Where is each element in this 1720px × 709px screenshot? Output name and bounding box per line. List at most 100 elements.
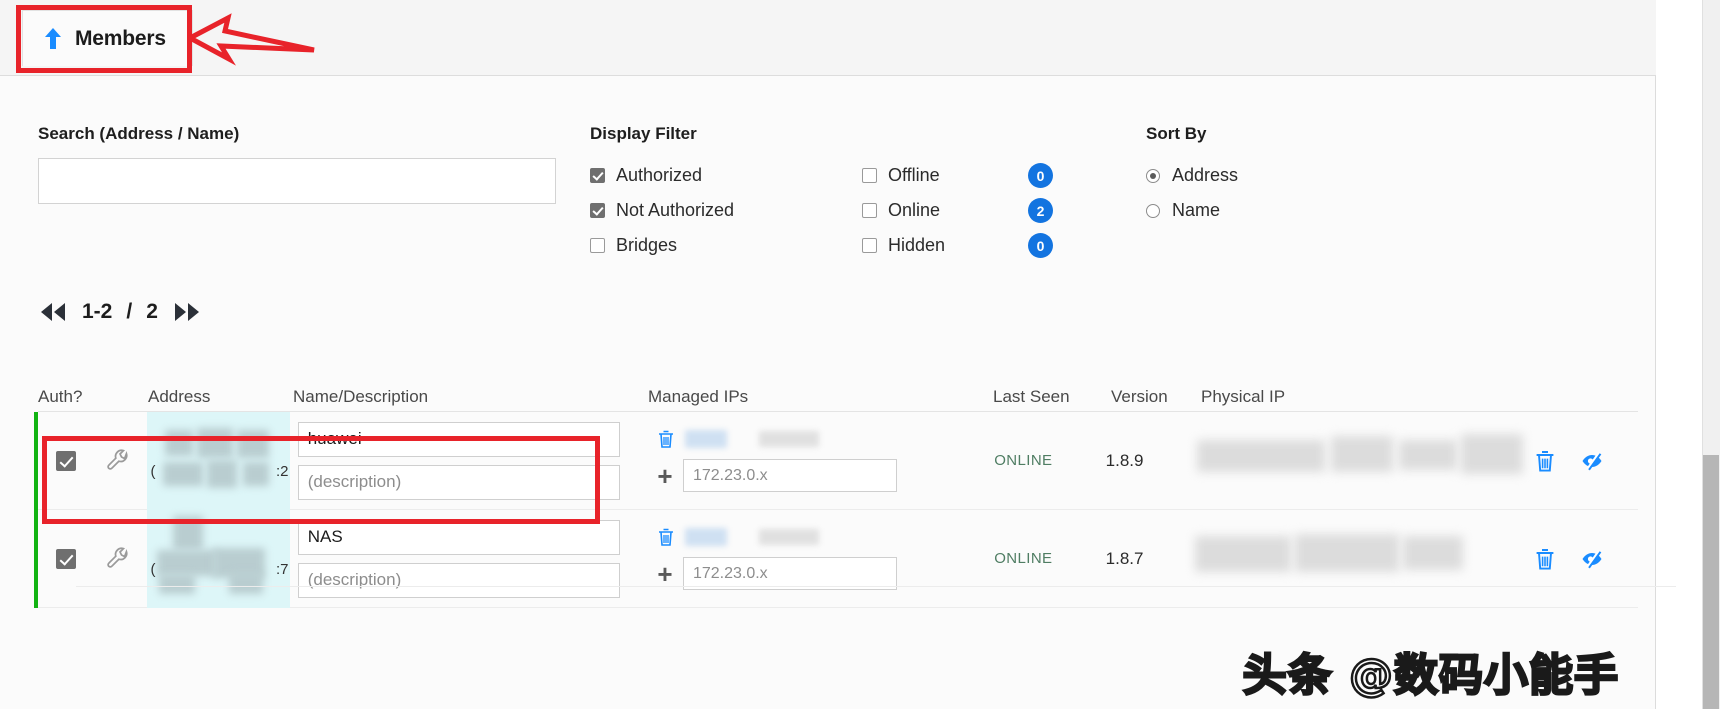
hide-member-eye-slash-icon[interactable] xyxy=(1580,547,1604,571)
radio-sort-address[interactable]: Address xyxy=(1146,158,1406,193)
count-offline-row: 0 xyxy=(1028,158,1098,193)
display-filter-counts: 0 2 0 xyxy=(1028,158,1098,263)
checkbox-offline-label: Offline xyxy=(888,165,940,186)
radio-sort-address-label: Address xyxy=(1172,165,1238,186)
vertical-scrollbar-thumb[interactable] xyxy=(1703,455,1719,709)
vertical-scrollbar-track[interactable] xyxy=(1702,0,1720,709)
checkbox-hidden-box[interactable] xyxy=(862,238,877,253)
pagination: 1-2 / 2 xyxy=(38,300,202,324)
row-authorized-checkbox[interactable] xyxy=(56,451,76,471)
add-managed-ip-icon[interactable]: + xyxy=(657,561,673,587)
member-description-input[interactable] xyxy=(298,465,620,500)
delete-member-icon[interactable] xyxy=(1534,449,1556,473)
checkbox-bridges-box[interactable] xyxy=(590,238,605,253)
member-name-input[interactable] xyxy=(298,520,620,555)
checkbox-authorized-box[interactable] xyxy=(590,168,605,183)
address-suffix: :2 xyxy=(276,463,289,480)
managed-ip-extra-redacted xyxy=(759,529,819,545)
count-hidden-row: 0 xyxy=(1028,228,1098,263)
cell-version: 1.8.9 xyxy=(1106,451,1196,471)
wrench-icon[interactable] xyxy=(104,448,130,474)
add-managed-ip-icon[interactable]: + xyxy=(657,463,673,489)
row-status-marker xyxy=(34,412,38,510)
header-physical-ip: Physical IP xyxy=(1201,387,1531,407)
checkbox-hidden-label: Hidden xyxy=(888,235,945,256)
managed-ip-extra-redacted xyxy=(759,431,819,447)
delete-managed-ip-icon[interactable] xyxy=(657,527,675,547)
cell-actions xyxy=(1534,547,1638,571)
count-offline-badge: 0 xyxy=(1028,163,1053,188)
members-page: Members Search (Address / Name) Display … xyxy=(0,0,1656,709)
cell-last-seen: ONLINE xyxy=(988,550,1105,567)
row-status-marker xyxy=(34,510,38,608)
display-filter-left-group: Authorized Not Authorized Bridges xyxy=(590,158,870,263)
cell-auth xyxy=(38,546,147,572)
checkbox-offline-box[interactable] xyxy=(862,168,877,183)
count-hidden-badge: 0 xyxy=(1028,233,1053,258)
managed-ip-input[interactable] xyxy=(683,459,897,492)
watermark-text: 头条 @数码小能手 xyxy=(1243,639,1619,703)
row-authorized-checkbox[interactable] xyxy=(56,549,76,569)
sort-by-column: Sort By Address Name xyxy=(1146,124,1406,228)
cell-version: 1.8.7 xyxy=(1106,549,1196,569)
display-filter-column: Display Filter Authorized Not Authorized xyxy=(590,124,1050,268)
checkbox-authorized[interactable]: Authorized xyxy=(590,158,870,193)
cell-actions xyxy=(1534,449,1638,473)
filters-section: Search (Address / Name) Display Filter A… xyxy=(0,76,1656,296)
count-online-badge: 2 xyxy=(1028,198,1053,223)
address-prefix: ( xyxy=(150,561,155,578)
cell-name-description xyxy=(292,422,645,500)
header-version: Version xyxy=(1111,387,1201,407)
managed-ip-add-row: + xyxy=(657,459,897,492)
delete-member-icon[interactable] xyxy=(1534,547,1556,571)
app-root: Members Search (Address / Name) Display … xyxy=(0,0,1720,709)
count-online-row: 2 xyxy=(1028,193,1098,228)
table-next-row-peek xyxy=(76,586,1676,608)
address-suffix: :7 xyxy=(276,561,289,578)
prev-page-icon[interactable] xyxy=(38,301,68,323)
pagination-separator: / xyxy=(126,300,132,324)
cell-managed-ips: + xyxy=(645,429,988,492)
table-header-row: Auth? Address Name/Description Managed I… xyxy=(38,370,1638,412)
checkbox-bridges-label: Bridges xyxy=(616,235,677,256)
tab-members[interactable]: Members xyxy=(22,10,193,66)
arrow-up-icon xyxy=(45,28,61,50)
pagination-range: 1-2 xyxy=(82,300,112,324)
tab-strip: Members xyxy=(0,0,1656,76)
managed-ip-value-redacted xyxy=(685,430,727,448)
header-managed-ips: Managed IPs xyxy=(648,387,993,407)
radio-sort-name-label: Name xyxy=(1172,200,1220,221)
header-auth: Auth? xyxy=(38,387,148,407)
sort-by-label: Sort By xyxy=(1146,124,1406,144)
search-label: Search (Address / Name) xyxy=(38,124,558,144)
pagination-total: 2 xyxy=(146,300,158,324)
address-prefix: ( xyxy=(150,463,155,480)
hide-member-eye-slash-icon[interactable] xyxy=(1580,449,1604,473)
radio-sort-name[interactable]: Name xyxy=(1146,193,1406,228)
display-filter-label: Display Filter xyxy=(590,124,1050,144)
checkbox-online-box[interactable] xyxy=(862,203,877,218)
managed-ip-existing xyxy=(657,429,897,449)
members-table: Auth? Address Name/Description Managed I… xyxy=(38,370,1638,608)
checkbox-not-authorized[interactable]: Not Authorized xyxy=(590,193,870,228)
header-address: Address xyxy=(148,387,293,407)
search-input[interactable] xyxy=(38,158,556,204)
cell-address: ( :2 xyxy=(147,412,291,510)
checkbox-not-authorized-label: Not Authorized xyxy=(616,200,734,221)
table-row: ( :2 xyxy=(38,412,1638,510)
checkbox-bridges[interactable]: Bridges xyxy=(590,228,870,263)
address-value-redacted: ( :2 xyxy=(147,412,290,510)
cell-physical-ip xyxy=(1195,412,1523,510)
search-column: Search (Address / Name) xyxy=(38,124,558,204)
radio-sort-name-dot[interactable] xyxy=(1146,204,1160,218)
radio-sort-address-dot[interactable] xyxy=(1146,169,1160,183)
header-last-seen: Last Seen xyxy=(993,387,1111,407)
managed-ip-value-redacted xyxy=(685,528,727,546)
managed-ip-existing xyxy=(657,527,897,547)
wrench-icon[interactable] xyxy=(104,546,130,572)
checkbox-not-authorized-box[interactable] xyxy=(590,203,605,218)
delete-managed-ip-icon[interactable] xyxy=(657,429,675,449)
member-name-input[interactable] xyxy=(298,422,620,457)
next-page-icon[interactable] xyxy=(172,301,202,323)
tab-members-label: Members xyxy=(75,27,166,51)
